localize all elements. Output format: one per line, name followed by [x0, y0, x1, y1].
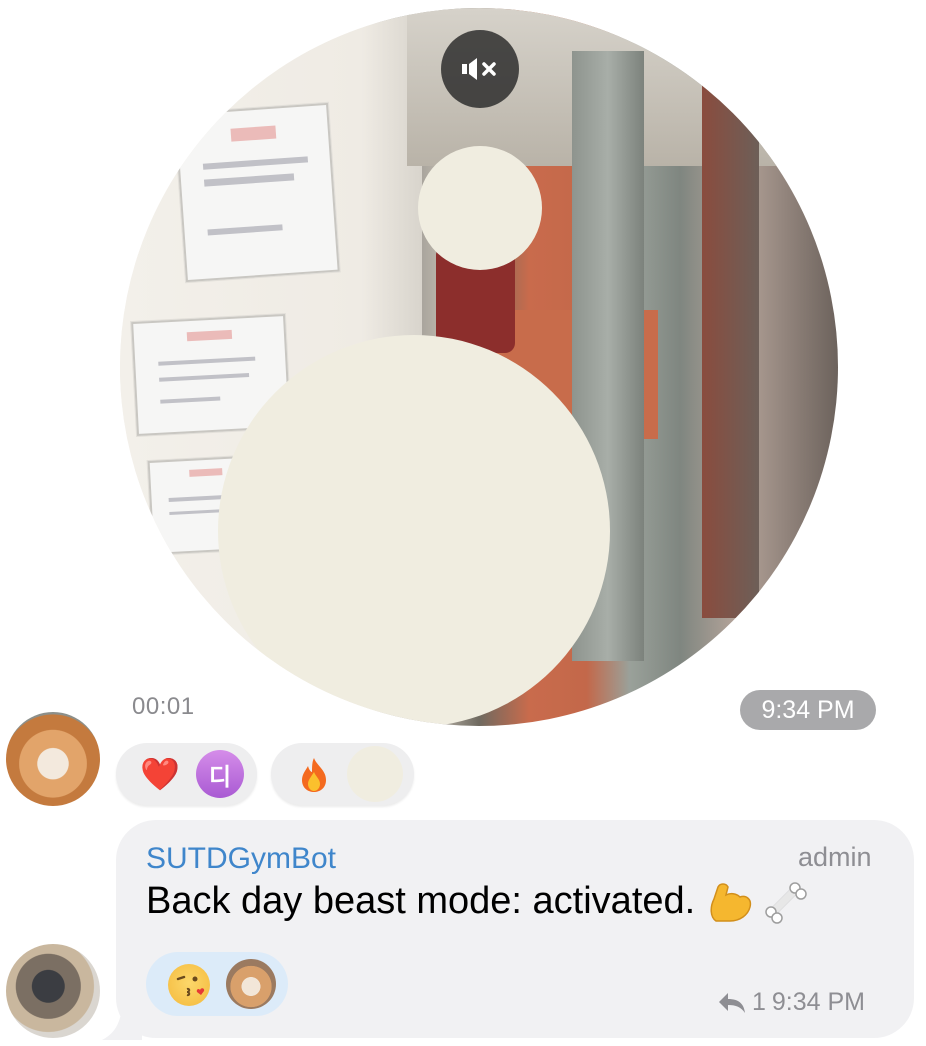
kissing-heart-icon: [168, 964, 210, 1006]
admin-badge: admin: [798, 842, 872, 872]
video-poster-1: [174, 102, 340, 283]
redaction-circle-small: [418, 146, 542, 270]
flexed-biceps-icon: [710, 883, 751, 922]
video-duration: 00:01: [132, 693, 195, 720]
speaker-muted-icon: [462, 58, 496, 80]
bone-icon: [765, 882, 808, 924]
video-timestamp: 9:34 PM: [740, 690, 876, 730]
reactor-avatar-letter: 디: [208, 763, 232, 791]
message-time: 9:34 PM: [771, 988, 866, 1016]
reactor-avatar-redacted: [347, 746, 403, 802]
reactor-avatar: 디: [196, 750, 244, 798]
sender-name[interactable]: SUTDGymBot: [146, 842, 336, 876]
video-message[interactable]: [120, 8, 838, 726]
message-text: Back day beast mode: activated.: [146, 880, 808, 925]
sender-avatar-bot[interactable]: [6, 944, 100, 1038]
fire-icon: [302, 758, 326, 792]
video-time: 9:34 PM: [761, 695, 855, 724]
heart-icon: ❤️: [140, 756, 180, 792]
reply-count[interactable]: 1: [752, 988, 766, 1017]
reaction-heart[interactable]: ❤️ 디: [116, 743, 257, 805]
message-reaction[interactable]: [146, 952, 288, 1016]
redaction-circle-large: [218, 335, 610, 726]
mute-button[interactable]: [441, 30, 519, 108]
video-machine-frame-2: [701, 79, 760, 619]
reply-icon[interactable]: [718, 992, 746, 1014]
message-body: Back day beast mode: activated.: [146, 880, 696, 922]
reactor-avatar-cat: [226, 959, 276, 1009]
sender-avatar-cat[interactable]: [6, 712, 100, 806]
reaction-fire[interactable]: [271, 743, 414, 805]
message-meta: 1 9:34 PM: [718, 988, 865, 1017]
